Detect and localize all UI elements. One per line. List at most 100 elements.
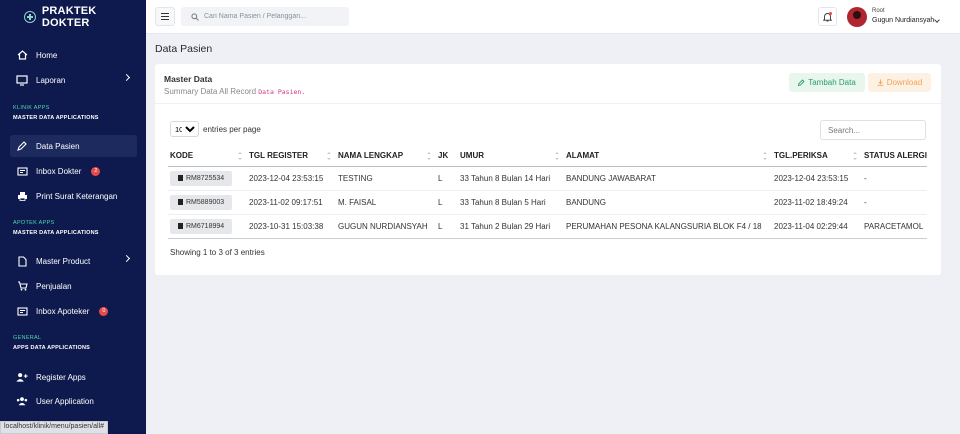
section-title: GENERAL [13, 335, 42, 341]
browser-status-url: localhost/klinik/menu/pasien/all# [0, 421, 108, 434]
sidebar-item-inbox-dokter[interactable]: Inbox Dokter 2 [10, 160, 137, 182]
table-row: RM8725534 2023-12-04 23:53:15 TESTING L … [168, 166, 927, 191]
cell-alergi: - [862, 166, 927, 191]
sort-icon [327, 152, 331, 160]
chevron-down-icon[interactable] [934, 17, 940, 23]
sidebar-item-label: Register Apps [36, 372, 86, 382]
notification-button[interactable] [818, 7, 837, 26]
master-data-card: Master Data Summary Data All Record Data… [155, 64, 941, 275]
table-search-input[interactable] [820, 120, 926, 140]
notification-badge: 0 [99, 306, 109, 316]
sidebar-item-data-pasien[interactable]: Data Pasien [10, 135, 137, 157]
edit-icon [16, 141, 28, 152]
entries-select[interactable]: 10 [170, 121, 199, 137]
table-header-row: KODE TGL REGISTER NAMA LENGKAP JK UMUR A… [168, 146, 927, 167]
download-label: Download [886, 78, 923, 87]
cell-jk: L [436, 190, 458, 215]
column-header-status-alergi[interactable]: STATUS ALERGI [862, 146, 927, 167]
card-subtitle-code: Data Pasien. [258, 88, 306, 96]
patient-code-button[interactable]: RM5889003 [170, 194, 232, 210]
brand[interactable]: PRAKTEK DOKTER [0, 0, 146, 34]
column-header-nama[interactable]: NAMA LENGKAP [336, 146, 436, 167]
page-title: Data Pasien [155, 43, 213, 55]
add-data-label: Tambah Data [808, 78, 856, 87]
sidebar-item-print-surat[interactable]: Print Surat Keterangan [10, 185, 137, 207]
sidebar-item-penjualan[interactable]: Penjualan [10, 275, 137, 297]
sidebar-item-label: Print Surat Keterangan [36, 191, 118, 201]
edit-icon [798, 79, 805, 86]
cell-nama: TESTING [336, 166, 436, 191]
column-header-tgl-register[interactable]: TGL REGISTER [247, 146, 336, 167]
sidebar-item-home[interactable]: Home [10, 44, 137, 66]
add-data-button[interactable]: Tambah Data [789, 73, 865, 92]
section-subtitle: APPS DATA APPLICATIONS [13, 345, 91, 351]
column-header-tgl-periksa[interactable]: TGL.PERIKSA [772, 146, 862, 167]
patient-code-button[interactable]: RM8725534 [170, 170, 232, 186]
patient-code-button[interactable]: RM6718994 [170, 218, 232, 234]
document-icon [178, 175, 183, 181]
cell-tgl-periksa: 2023-12-04 23:53:15 [772, 166, 862, 191]
cell-umur: 33 Tahun 8 Bulan 5 Hari [458, 190, 564, 215]
menu-toggle-button[interactable] [155, 7, 175, 26]
section-subtitle: MASTER DATA APPLICATIONS [13, 230, 99, 236]
notification-dot [829, 12, 832, 15]
cell-alamat: BANDUNG JAWABARAT [564, 166, 772, 191]
cell-tgl-register: 2023-12-04 23:53:15 [247, 166, 336, 191]
cell-nama: GUGUN NURDIANSYAH [336, 214, 436, 239]
sort-icon [238, 152, 242, 160]
hamburger-icon [161, 12, 169, 14]
user-name[interactable]: Gugun Nurdiansyah [872, 17, 934, 24]
column-header-umur[interactable]: UMUR [458, 146, 564, 167]
cell-nama: M. FAISAL [336, 190, 436, 215]
notification-badge: 2 [91, 166, 101, 176]
sidebar-item-register-apps[interactable]: Register Apps [10, 366, 137, 388]
column-header-alamat[interactable]: ALAMAT [564, 146, 772, 167]
patient-search [181, 7, 349, 26]
sidebar-item-label: Data Pasien [36, 141, 80, 151]
sort-icon [555, 152, 559, 160]
inbox-icon [16, 166, 28, 177]
cell-tgl-periksa: 2023-11-04 02:29:44 [772, 214, 862, 239]
report-icon [16, 74, 28, 86]
users-icon [16, 396, 28, 407]
sidebar-item-inbox-apoteker[interactable]: Inbox Apoteker 0 [10, 300, 137, 322]
sidebar-item-master-product[interactable]: Master Product [10, 250, 137, 272]
chevron-right-icon [122, 73, 131, 82]
download-icon [877, 79, 884, 86]
cell-umur: 31 Tahun 2 Bulan 29 Hari [458, 214, 564, 239]
sort-icon [427, 152, 431, 160]
home-icon [16, 50, 28, 61]
sidebar-item-label: Inbox Dokter [36, 166, 82, 176]
column-header-jk[interactable]: JK [436, 146, 458, 167]
table-row: RM5889003 2023-11-02 09:17:51 M. FAISAL … [168, 190, 927, 215]
printer-icon [16, 191, 28, 202]
section-subtitle: MASTER DATA APPLICATIONS [13, 115, 99, 121]
document-icon [178, 223, 183, 229]
avatar[interactable] [847, 7, 867, 27]
document-icon [178, 199, 183, 205]
sidebar-item-label: Inbox Apoteker [36, 306, 90, 316]
sidebar-item-label: Laporan [36, 75, 66, 85]
card-subtitle-text: Summary Data All Record [164, 87, 257, 96]
cell-tgl-register: 2023-11-02 09:17:51 [247, 190, 336, 215]
entries-per-page: 10 entries per page [170, 121, 261, 137]
card-subtitle: Summary Data All Record Data Pasien. [164, 87, 305, 96]
sidebar-item-user-application[interactable]: User Application [10, 390, 137, 412]
patient-table: KODE TGL REGISTER NAMA LENGKAP JK UMUR A… [168, 146, 927, 239]
column-header-kode[interactable]: KODE [168, 146, 247, 167]
table-row: RM6718994 2023-10-31 15:03:38 GUGUN NURD… [168, 214, 927, 239]
cell-jk: L [436, 166, 458, 191]
cell-alamat: PERUMAHAN PESONA KALANGSURIA BLOK F4 / 1… [564, 214, 772, 239]
user-plus-icon [16, 372, 28, 383]
cell-tgl-register: 2023-10-31 15:03:38 [247, 214, 336, 239]
cell-alergi: PARACETAMOL [862, 214, 927, 239]
table-info: Showing 1 to 3 of 3 entries [170, 248, 265, 257]
cell-alamat: BANDUNG [564, 190, 772, 215]
cart-icon [16, 281, 28, 292]
file-icon [16, 255, 28, 267]
card-header: Master Data Summary Data All Record Data… [155, 64, 941, 104]
sort-icon [853, 152, 857, 160]
sidebar-item-laporan[interactable]: Laporan [10, 69, 137, 91]
patient-search-input[interactable] [204, 13, 344, 20]
download-button[interactable]: Download [868, 73, 931, 92]
